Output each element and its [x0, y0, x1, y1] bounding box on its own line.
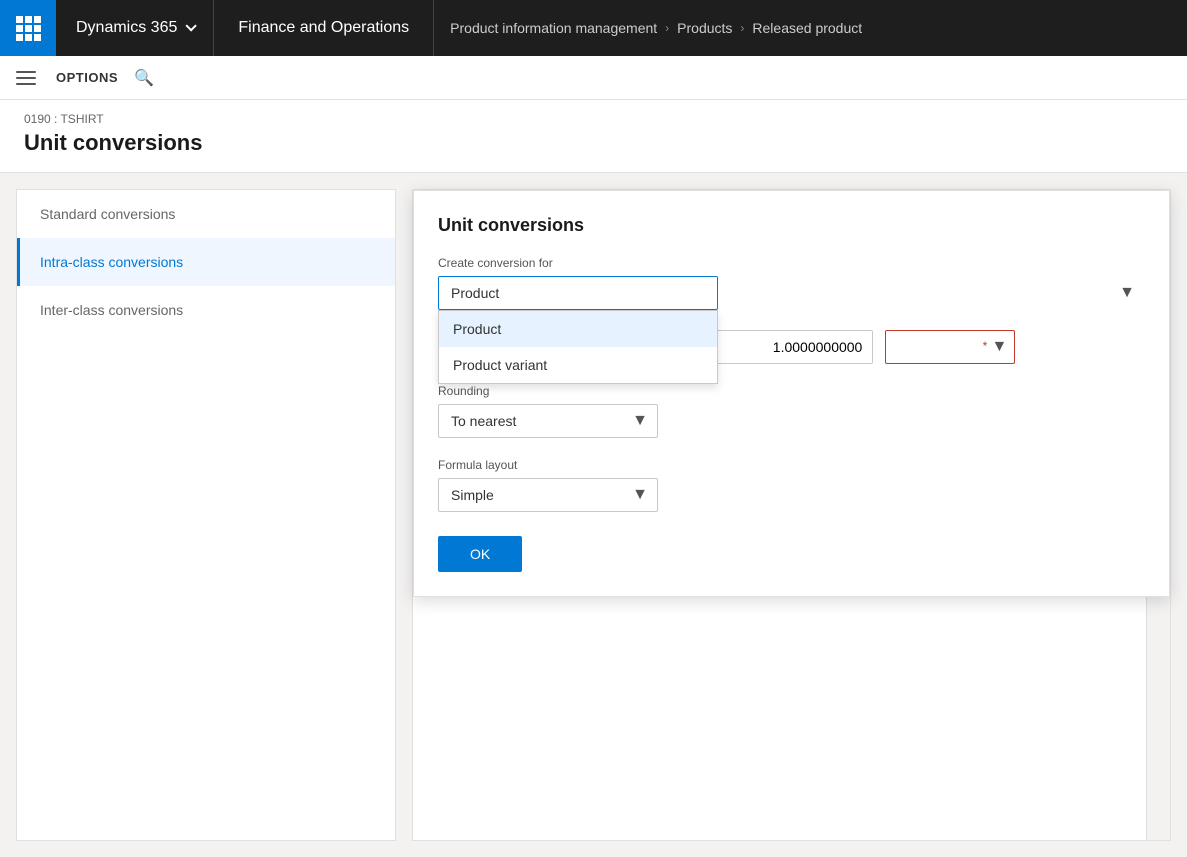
formula-select-wrapper: Simple Advanced ▼ [438, 478, 658, 512]
nav-standard-conversions[interactable]: Standard conversions [17, 190, 395, 238]
unit-conversions-modal: Unit conversions Create conversion for P… [413, 190, 1170, 597]
main-content: Standard conversions Intra-class convers… [0, 173, 1187, 857]
page-header: 0190 : TSHIRT Unit conversions [0, 100, 1187, 173]
rounding-label: Rounding [438, 384, 1145, 398]
create-conversion-select-wrapper: Product Product variant ▼ Product Produc… [438, 276, 1145, 310]
hamburger-menu[interactable] [16, 71, 36, 85]
right-panel: Set up product-specific conversion rules… [412, 189, 1171, 841]
dropdown-item-product[interactable]: Product [439, 311, 717, 347]
formula-select[interactable]: Simple Advanced [438, 478, 658, 512]
to-unit-required: * [983, 339, 988, 353]
search-icon[interactable]: 🔍 [134, 68, 154, 88]
modal-title: Unit conversions [438, 215, 1145, 236]
nav-intra-class-conversions[interactable]: Intra-class conversions [17, 238, 395, 286]
create-conversion-label: Create conversion for [438, 256, 1145, 270]
toolbar-row: OPTIONS 🔍 [0, 56, 1187, 100]
to-unit-select-wrapper: * ▼ [885, 330, 1015, 364]
dropdown-item-product-variant[interactable]: Product variant [439, 347, 717, 383]
fo-label: Finance and Operations [238, 19, 409, 37]
select-arrow-icon: ▼ [1119, 284, 1135, 302]
options-label: OPTIONS [56, 70, 118, 85]
waffle-grid [16, 16, 41, 41]
dynamics-label: Dynamics 365 [76, 19, 177, 37]
breadcrumb-sep-1: › [665, 21, 669, 35]
rounding-select-wrapper: To nearest Up Down ▼ [438, 404, 658, 438]
breadcrumb-products[interactable]: Products [677, 20, 732, 36]
left-nav-panel: Standard conversions Intra-class convers… [16, 189, 396, 841]
rounding-section: Rounding To nearest Up Down ▼ [438, 384, 1145, 438]
nav-inter-class-conversions[interactable]: Inter-class conversions [17, 286, 395, 334]
formula-label: Formula layout [438, 458, 1145, 472]
breadcrumb-area: Product information management › Product… [434, 0, 1187, 56]
rounding-select[interactable]: To nearest Up Down [438, 404, 658, 438]
page-breadcrumb: 0190 : TSHIRT [24, 112, 1163, 126]
page-title: Unit conversions [24, 130, 1163, 156]
dynamics-nav[interactable]: Dynamics 365 [56, 0, 214, 56]
breadcrumb-released[interactable]: Released product [752, 20, 862, 36]
top-nav: Dynamics 365 Finance and Operations Prod… [0, 0, 1187, 56]
ok-button[interactable]: OK [438, 536, 522, 572]
dropdown-list: Product Product variant [438, 310, 718, 384]
breadcrumb-product-mgmt[interactable]: Product information management [450, 20, 657, 36]
create-conversion-select[interactable]: Product Product variant [438, 276, 718, 310]
dynamics-chevron [186, 20, 197, 31]
fo-nav: Finance and Operations [214, 0, 434, 56]
breadcrumb-sep-2: › [740, 21, 744, 35]
to-unit-input[interactable] [885, 330, 1015, 364]
app-icon[interactable] [0, 0, 56, 56]
formula-section: Formula layout Simple Advanced ▼ [438, 458, 1145, 512]
